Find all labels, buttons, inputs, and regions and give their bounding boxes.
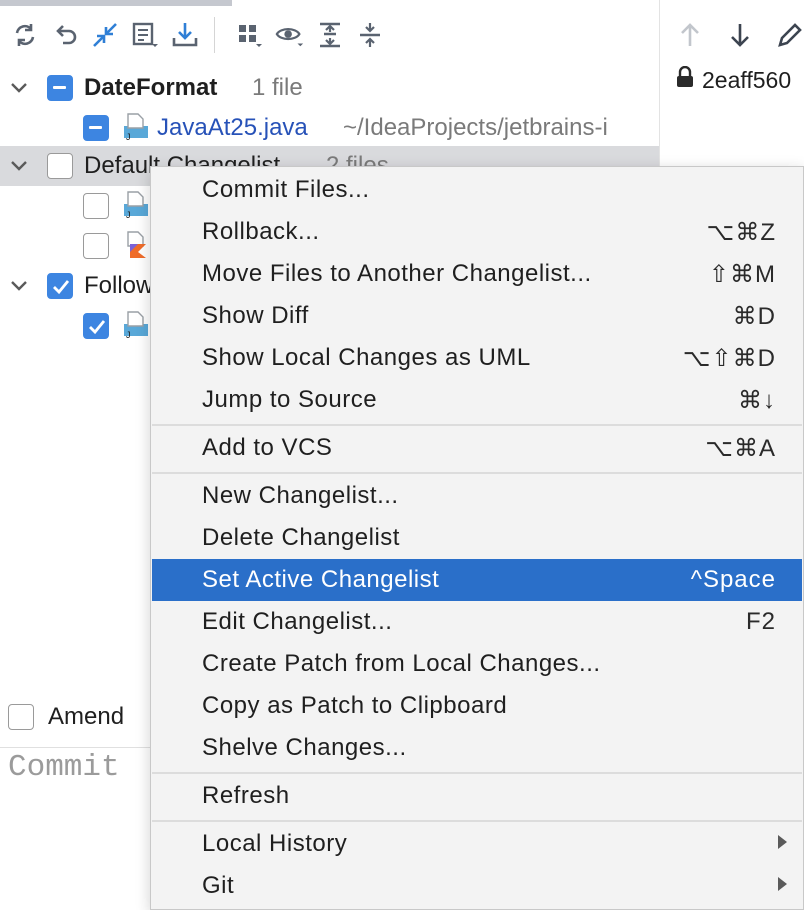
file-checkbox[interactable] — [83, 233, 109, 259]
menu-item-shortcut: ⌘↓ — [738, 386, 776, 414]
menu-item-shortcut: F2 — [745, 608, 776, 635]
previous-difference-icon[interactable] — [676, 20, 704, 50]
menu-item-shortcut: ⌘D — [732, 302, 776, 330]
menu-item-shortcut: ⇧⌘M — [708, 260, 776, 288]
menu-item-label: Copy as Patch to Clipboard — [202, 692, 508, 719]
menu-item-refresh[interactable]: Refresh — [152, 775, 802, 817]
expand-all-icon[interactable] — [315, 20, 345, 50]
chevron-down-icon[interactable] — [8, 275, 30, 297]
menu-item-edit-changelist[interactable]: Edit Changelist... F2 — [152, 601, 802, 643]
menu-item-shortcut: ^Space — [690, 566, 776, 593]
java-file-icon: J — [120, 310, 150, 340]
commit-tool-window: 2eaff560 DateFormat 1 file J JavaAt25.ja… — [0, 0, 804, 910]
file-path: ~/IdeaProjects/jetbrains-i — [343, 114, 608, 141]
menu-item-rollback[interactable]: Rollback... ⌥⌘Z — [152, 211, 802, 253]
menu-item-jump-to-source[interactable]: Jump to Source ⌘↓ — [152, 379, 802, 421]
view-options-eye-icon[interactable] — [275, 20, 305, 50]
menu-item-label: Show Local Changes as UML — [202, 344, 531, 371]
menu-item-shelve-changes[interactable]: Shelve Changes... — [152, 727, 802, 769]
changelist-menu-icon[interactable] — [130, 20, 160, 50]
file-checkbox[interactable] — [83, 193, 109, 219]
changelist-name: DateFormat — [84, 74, 218, 101]
menu-item-shortcut: ⌥⌘Z — [706, 218, 776, 246]
rollback-icon[interactable] — [50, 20, 80, 50]
menu-item-label: Commit Files... — [202, 176, 370, 203]
update-download-icon[interactable] — [170, 20, 200, 50]
menu-item-add-to-vcs[interactable]: Add to VCS ⌥⌘A — [152, 427, 802, 469]
menu-item-git[interactable]: Git — [152, 865, 802, 907]
group-by-icon[interactable] — [235, 20, 265, 50]
changelist-checkbox-partial[interactable] — [47, 75, 73, 101]
menu-item-commit-files[interactable]: Commit Files... — [152, 169, 802, 211]
amend-option[interactable]: Amend — [8, 702, 124, 732]
menu-item-label: Show Diff — [202, 302, 309, 329]
svg-text:J: J — [126, 210, 131, 220]
menu-separator — [152, 772, 802, 774]
menu-item-label: Set Active Changelist — [202, 566, 440, 593]
menu-item-shortcut: ⌥⇧⌘D — [682, 344, 776, 372]
menu-item-show-diff[interactable]: Show Diff ⌘D — [152, 295, 802, 337]
menu-item-delete-changelist[interactable]: Delete Changelist — [152, 517, 802, 559]
context-menu: Commit Files... Rollback... ⌥⌘Z Move Fil… — [150, 166, 804, 910]
commit-hash-text: 2eaff560 — [702, 66, 792, 93]
edit-source-icon[interactable] — [776, 20, 804, 50]
menu-item-label: Refresh — [202, 782, 290, 809]
file-name: JavaAt25.java — [157, 114, 308, 141]
chevron-down-icon[interactable] — [8, 155, 30, 177]
menu-separator — [152, 472, 802, 474]
menu-item-label: New Changelist... — [202, 482, 399, 509]
menu-item-label: Move Files to Another Changelist... — [202, 260, 592, 287]
changelist-dateformat[interactable]: DateFormat 1 file — [0, 68, 659, 108]
changelist-file-count: 1 file — [252, 74, 303, 101]
collapse-all-icon[interactable] — [355, 20, 385, 50]
menu-separator — [152, 424, 802, 426]
menu-item-label: Local History — [202, 830, 348, 857]
toolbar-separator — [214, 17, 215, 53]
diff-toolbar — [660, 6, 804, 64]
kotlin-file-icon — [120, 230, 150, 260]
submenu-arrow-icon — [776, 834, 788, 855]
changelist-name: Follow — [84, 272, 154, 299]
menu-item-move-files[interactable]: Move Files to Another Changelist... ⇧⌘M — [152, 253, 802, 295]
svg-text:J: J — [126, 330, 131, 340]
menu-item-shortcut: ⌥⌘A — [705, 434, 776, 462]
changes-toolbar — [0, 6, 659, 64]
java-file-icon: J — [120, 112, 150, 142]
next-difference-icon[interactable] — [726, 20, 754, 50]
menu-item-show-uml[interactable]: Show Local Changes as UML ⌥⇧⌘D — [152, 337, 802, 379]
menu-item-label: Create Patch from Local Changes... — [202, 650, 601, 677]
menu-item-label: Jump to Source — [202, 386, 378, 413]
menu-item-label: Edit Changelist... — [202, 608, 393, 635]
file-checkbox-checked[interactable] — [83, 313, 109, 339]
menu-item-label: Shelve Changes... — [202, 734, 407, 761]
amend-label: Amend — [48, 703, 125, 730]
menu-item-label: Delete Changelist — [202, 524, 400, 551]
menu-item-copy-patch[interactable]: Copy as Patch to Clipboard — [152, 685, 802, 727]
chevron-down-icon[interactable] — [8, 77, 30, 99]
menu-item-new-changelist[interactable]: New Changelist... — [152, 475, 802, 517]
menu-item-label: Rollback... — [202, 218, 320, 245]
submenu-arrow-icon — [776, 876, 788, 897]
menu-item-set-active-changelist[interactable]: Set Active Changelist ^Space — [152, 559, 802, 601]
menu-item-create-patch[interactable]: Create Patch from Local Changes... — [152, 643, 802, 685]
changelist-checkbox-checked[interactable] — [47, 273, 73, 299]
changelist-checkbox[interactable] — [47, 153, 73, 179]
menu-item-label: Add to VCS — [202, 434, 333, 461]
java-file-icon: J — [120, 190, 150, 220]
file-row-javaat25[interactable]: J JavaAt25.java ~/IdeaProjects/jetbrains… — [0, 108, 659, 148]
commit-hash: 2eaff560 — [676, 62, 791, 98]
menu-separator — [152, 820, 802, 822]
amend-checkbox[interactable] — [8, 704, 34, 730]
file-checkbox-partial[interactable] — [83, 115, 109, 141]
menu-item-label: Git — [202, 872, 235, 899]
menu-item-local-history[interactable]: Local History — [152, 823, 802, 865]
collapse-arrows-icon[interactable] — [90, 20, 120, 50]
refresh-icon[interactable] — [10, 20, 40, 50]
svg-text:J: J — [126, 132, 131, 142]
lock-icon — [676, 65, 694, 94]
commit-message-field[interactable]: Commit — [8, 750, 120, 785]
